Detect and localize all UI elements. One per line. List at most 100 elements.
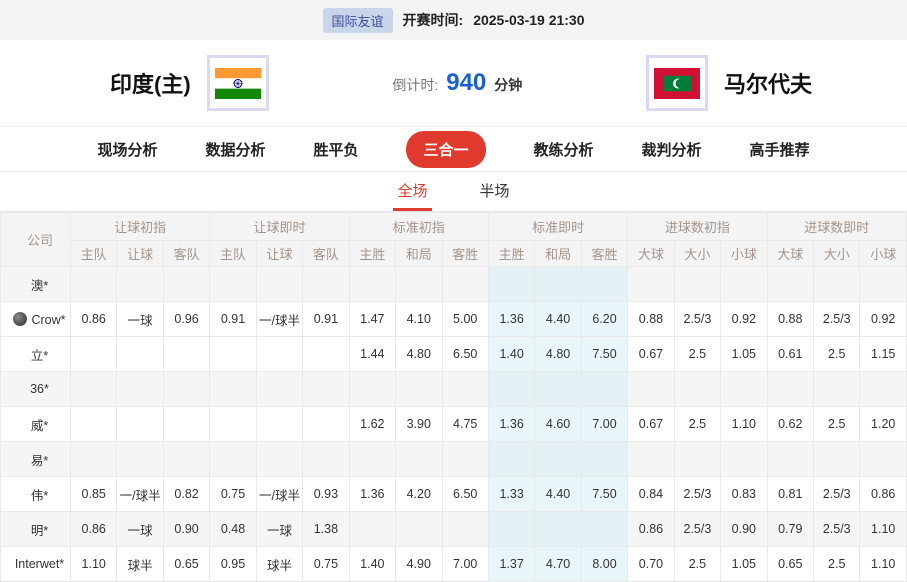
nav-tab-6[interactable]: 裁判分析 bbox=[642, 139, 702, 160]
odds-cell[interactable]: 一球 bbox=[256, 512, 302, 547]
odds-cell[interactable]: 2.5/3 bbox=[674, 302, 720, 337]
odds-cell[interactable]: 0.92 bbox=[721, 302, 767, 337]
odds-cell[interactable]: 1.40 bbox=[349, 547, 395, 582]
odds-cell[interactable]: 6.50 bbox=[442, 477, 488, 512]
odds-cell[interactable]: 6.50 bbox=[442, 337, 488, 372]
scope-tab-2[interactable]: 半场 bbox=[476, 172, 514, 211]
odds-cell[interactable]: 0.90 bbox=[163, 512, 209, 547]
odds-cell[interactable]: 0.93 bbox=[303, 477, 349, 512]
odds-cell[interactable]: 7.50 bbox=[581, 337, 627, 372]
odds-cell[interactable]: 0.91 bbox=[303, 302, 349, 337]
nav-tab-4[interactable]: 三合一 bbox=[406, 131, 485, 168]
odds-cell[interactable]: 2.5 bbox=[814, 547, 860, 582]
odds-cell[interactable]: 0.82 bbox=[163, 477, 209, 512]
odds-cell[interactable]: 0.67 bbox=[628, 407, 674, 442]
odds-cell[interactable]: 0.65 bbox=[163, 547, 209, 582]
odds-cell[interactable]: 0.86 bbox=[71, 512, 117, 547]
odds-cell[interactable]: 0.84 bbox=[628, 477, 674, 512]
odds-cell[interactable]: 1.47 bbox=[349, 302, 395, 337]
company-cell[interactable]: 立* bbox=[1, 337, 71, 372]
odds-cell[interactable]: 1.10 bbox=[860, 512, 907, 547]
odds-cell[interactable]: 一球 bbox=[117, 512, 163, 547]
odds-cell[interactable]: 1.05 bbox=[721, 547, 767, 582]
odds-cell[interactable]: 1.10 bbox=[721, 407, 767, 442]
odds-cell[interactable]: 0.85 bbox=[71, 477, 117, 512]
odds-cell[interactable]: 球半 bbox=[117, 547, 163, 582]
odds-cell[interactable]: 0.62 bbox=[767, 407, 813, 442]
company-cell[interactable]: 36* bbox=[1, 372, 71, 407]
odds-cell[interactable]: 0.70 bbox=[628, 547, 674, 582]
odds-cell[interactable]: 球半 bbox=[256, 547, 302, 582]
odds-cell[interactable]: 8.00 bbox=[581, 547, 627, 582]
odds-cell[interactable]: 0.86 bbox=[628, 512, 674, 547]
odds-cell[interactable]: 4.80 bbox=[535, 337, 581, 372]
company-cell[interactable]: 明* bbox=[1, 512, 71, 547]
company-cell[interactable]: Interwet* bbox=[1, 547, 71, 582]
odds-cell[interactable]: 0.95 bbox=[210, 547, 256, 582]
nav-tab-1[interactable]: 现场分析 bbox=[97, 139, 157, 160]
company-cell[interactable]: 易* bbox=[1, 442, 71, 477]
odds-cell[interactable]: 0.86 bbox=[71, 302, 117, 337]
odds-cell[interactable]: 2.5/3 bbox=[814, 477, 860, 512]
odds-cell[interactable]: 1.44 bbox=[349, 337, 395, 372]
odds-cell[interactable]: 1.36 bbox=[488, 407, 534, 442]
odds-cell[interactable]: 1.10 bbox=[71, 547, 117, 582]
odds-cell[interactable]: 一/球半 bbox=[117, 477, 163, 512]
odds-cell[interactable]: 1.40 bbox=[488, 337, 534, 372]
odds-cell[interactable]: 0.48 bbox=[210, 512, 256, 547]
company-cell[interactable]: 伟* bbox=[1, 477, 71, 512]
odds-cell[interactable]: 4.40 bbox=[535, 477, 581, 512]
odds-cell[interactable]: 4.20 bbox=[396, 477, 442, 512]
odds-cell[interactable]: 2.5/3 bbox=[814, 512, 860, 547]
odds-cell[interactable]: 0.79 bbox=[767, 512, 813, 547]
odds-cell[interactable]: 7.50 bbox=[581, 477, 627, 512]
odds-cell[interactable]: 4.10 bbox=[396, 302, 442, 337]
odds-cell[interactable]: 5.00 bbox=[442, 302, 488, 337]
odds-cell[interactable]: 一/球半 bbox=[256, 302, 302, 337]
odds-cell[interactable]: 2.5 bbox=[674, 547, 720, 582]
odds-cell[interactable]: 0.88 bbox=[767, 302, 813, 337]
company-cell[interactable]: 澳* bbox=[1, 267, 71, 302]
odds-cell[interactable]: 一球 bbox=[117, 302, 163, 337]
odds-cell[interactable]: 1.37 bbox=[488, 547, 534, 582]
odds-cell[interactable]: 2.5 bbox=[814, 337, 860, 372]
scope-tab-1[interactable]: 全场 bbox=[393, 172, 431, 211]
odds-cell[interactable]: 1.15 bbox=[860, 337, 907, 372]
odds-cell[interactable]: 0.96 bbox=[163, 302, 209, 337]
odds-cell[interactable]: 4.75 bbox=[442, 407, 488, 442]
odds-cell[interactable]: 0.61 bbox=[767, 337, 813, 372]
nav-tab-2[interactable]: 数据分析 bbox=[205, 139, 265, 160]
odds-cell[interactable]: 0.75 bbox=[303, 547, 349, 582]
odds-cell[interactable]: 0.86 bbox=[860, 477, 907, 512]
odds-cell[interactable]: 6.20 bbox=[581, 302, 627, 337]
odds-cell[interactable]: 1.33 bbox=[488, 477, 534, 512]
odds-cell[interactable]: 1.62 bbox=[349, 407, 395, 442]
company-cell[interactable]: 威* bbox=[1, 407, 71, 442]
odds-cell[interactable]: 1.36 bbox=[349, 477, 395, 512]
nav-tab-3[interactable]: 胜平负 bbox=[313, 139, 358, 160]
odds-cell[interactable]: 0.90 bbox=[721, 512, 767, 547]
nav-tab-5[interactable]: 教练分析 bbox=[534, 139, 594, 160]
odds-cell[interactable]: 1.38 bbox=[303, 512, 349, 547]
odds-cell[interactable]: 0.83 bbox=[721, 477, 767, 512]
odds-cell[interactable]: 0.65 bbox=[767, 547, 813, 582]
company-cell[interactable]: Crow* bbox=[1, 302, 71, 337]
odds-cell[interactable]: 0.75 bbox=[210, 477, 256, 512]
odds-cell[interactable]: 2.5 bbox=[814, 407, 860, 442]
odds-cell[interactable]: 0.88 bbox=[628, 302, 674, 337]
odds-cell[interactable]: 一/球半 bbox=[256, 477, 302, 512]
odds-cell[interactable]: 4.60 bbox=[535, 407, 581, 442]
odds-cell[interactable]: 0.91 bbox=[210, 302, 256, 337]
nav-tab-7[interactable]: 高手推荐 bbox=[750, 139, 810, 160]
odds-cell[interactable]: 2.5/3 bbox=[814, 302, 860, 337]
odds-cell[interactable]: 0.81 bbox=[767, 477, 813, 512]
odds-cell[interactable]: 0.92 bbox=[860, 302, 907, 337]
odds-cell[interactable]: 0.67 bbox=[628, 337, 674, 372]
odds-cell[interactable]: 3.90 bbox=[396, 407, 442, 442]
odds-cell[interactable]: 4.40 bbox=[535, 302, 581, 337]
odds-cell[interactable]: 2.5 bbox=[674, 407, 720, 442]
odds-cell[interactable]: 4.70 bbox=[535, 547, 581, 582]
odds-cell[interactable]: 2.5 bbox=[674, 337, 720, 372]
odds-cell[interactable]: 7.00 bbox=[442, 547, 488, 582]
odds-cell[interactable]: 2.5/3 bbox=[674, 512, 720, 547]
